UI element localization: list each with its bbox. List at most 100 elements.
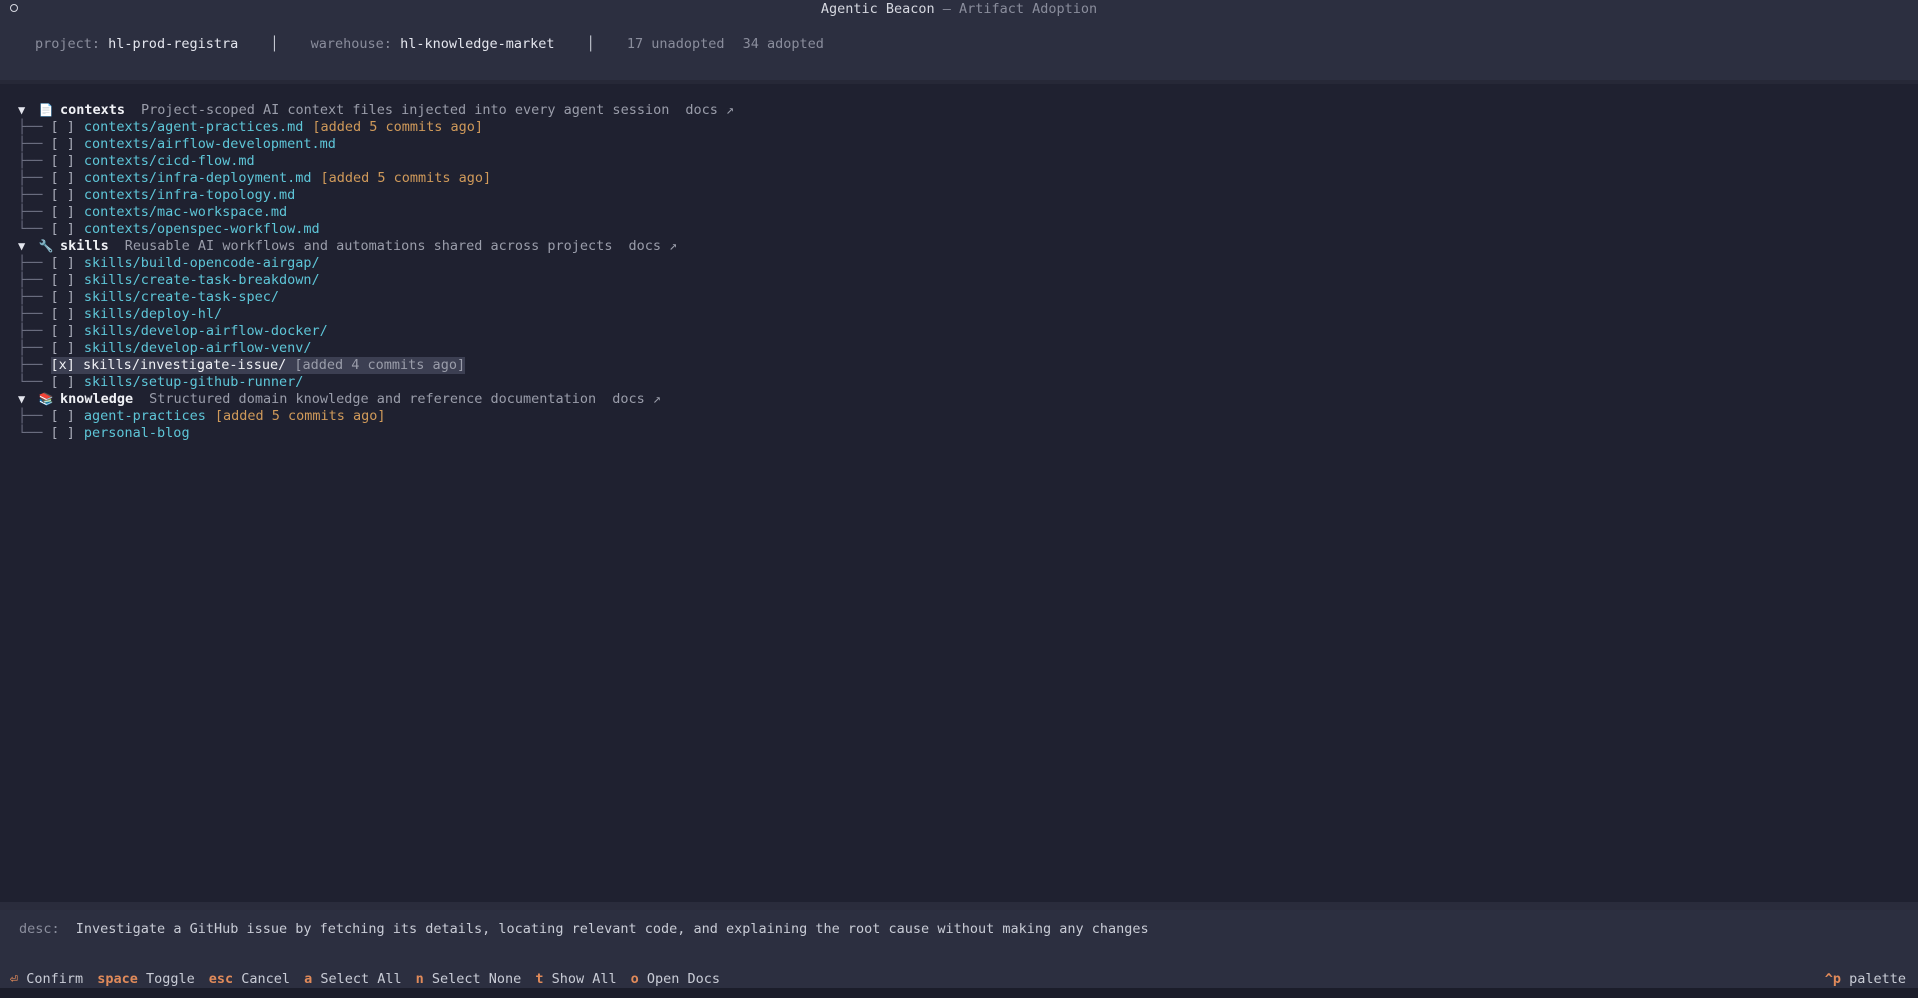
- artifact-item[interactable]: ├── [ ] contexts/mac-workspace.md: [18, 204, 734, 221]
- artifact-item[interactable]: ├── [ ] skills/deploy-hl/: [18, 306, 734, 323]
- artifact-item[interactable]: ├── [ ] contexts/cicd-flow.md: [18, 153, 734, 170]
- tree-branch-glyph: ├──: [18, 306, 51, 322]
- checkbox[interactable]: [ ]: [51, 306, 75, 323]
- document-icon: 📄: [38, 103, 54, 117]
- key-action-label: Confirm: [26, 971, 84, 987]
- artifact-path: skills/create-task-spec/: [83, 289, 279, 305]
- artifact-item[interactable]: ├── [ ] contexts/airflow-development.md: [18, 136, 734, 153]
- artifact-path: skills/deploy-hl/: [83, 306, 223, 322]
- collapse-caret-icon[interactable]: ▼: [18, 102, 32, 119]
- checkbox[interactable]: [ ]: [51, 204, 75, 221]
- palette-hint[interactable]: ^p palette: [1825, 970, 1906, 988]
- window-title: Agentic Beacon: [820, 1, 935, 17]
- category-row-knowledge[interactable]: ▼ 📚 knowledge Structured domain knowledge a…: [18, 391, 734, 408]
- checkbox[interactable]: [ ]: [51, 170, 75, 187]
- docs-link[interactable]: docs ↗: [612, 391, 661, 408]
- artifact-path: contexts/airflow-development.md: [83, 136, 336, 152]
- artifact-item[interactable]: ├── [ ] skills/create-task-spec/: [18, 289, 734, 306]
- window-circle-icon[interactable]: [10, 4, 18, 12]
- checkbox[interactable]: [ ]: [51, 289, 75, 306]
- artifact-item[interactable]: ├── [ ] skills/develop-airflow-venv/: [18, 340, 734, 357]
- tree-branch-glyph: ├──: [18, 204, 51, 220]
- keybinding-select-all[interactable]: a Select All: [304, 971, 416, 987]
- wrench-icon: 🔧: [38, 239, 54, 253]
- checkbox[interactable]: [ ]: [51, 374, 75, 391]
- panel-divider: [0, 902, 1918, 910]
- artifact-item[interactable]: ├── [ ] contexts/agent-practices.md [added…: [18, 119, 734, 136]
- artifact-item[interactable]: ├── [ ] agent-practices [added 5 commits a…: [18, 408, 734, 425]
- adopted-count: 34 adopted: [742, 36, 824, 52]
- warehouse-label: warehouse:: [310, 36, 392, 52]
- tree-branch-glyph: ├──: [18, 136, 51, 152]
- context-header: project: hl-prod-registra │ warehouse: h…: [0, 18, 1918, 81]
- tree-branch-glyph: ├──: [18, 170, 51, 186]
- artifact-path: contexts/openspec-workflow.md: [83, 221, 320, 237]
- added-badge: [added 5 commits ago]: [312, 119, 484, 135]
- header-divider: [0, 80, 1918, 84]
- docs-link[interactable]: docs ↗: [685, 102, 734, 119]
- key-action-label: Cancel: [241, 971, 291, 987]
- artifact-item[interactable]: └── [ ] skills/setup-github-runner/: [18, 374, 734, 391]
- artifact-path: contexts/infra-topology.md: [83, 187, 296, 203]
- window-title-separator: —: [934, 1, 959, 17]
- category-description: Project-scoped AI context files injected…: [141, 102, 670, 118]
- key-hint: n: [415, 971, 424, 987]
- collapse-caret-icon[interactable]: ▼: [18, 391, 32, 408]
- docs-link[interactable]: docs ↗: [628, 238, 677, 255]
- artifact-item[interactable]: └── [ ] personal-blog: [18, 425, 734, 442]
- checkbox[interactable]: [ ]: [51, 221, 75, 238]
- keybinding-cancel[interactable]: esc Cancel: [209, 971, 304, 987]
- artifact-item[interactable]: ├── [ ] skills/create-task-breakdown/: [18, 272, 734, 289]
- checkbox[interactable]: [ ]: [51, 119, 75, 136]
- tree-branch-glyph: ├──: [18, 153, 51, 169]
- artifact-item[interactable]: ├── [ ] skills/build-opencode-airgap/: [18, 255, 734, 272]
- checkbox-checked[interactable]: [x]: [51, 357, 75, 373]
- keybinding-select-none[interactable]: n Select None: [416, 971, 536, 987]
- artifact-item[interactable]: ├── [ ] contexts/infra-topology.md: [18, 187, 734, 204]
- category-description: Structured domain knowledge and referenc…: [149, 391, 597, 407]
- selected-item-highlight[interactable]: [x] skills/investigate-issue/ [added 4 c…: [50, 357, 466, 374]
- keybinding-footer: ⏎ Confirm space Toggle esc Cancel a Select …: [0, 970, 1918, 988]
- artifact-item[interactable]: └── [ ] contexts/openspec-workflow.md: [18, 221, 734, 238]
- keybinding-toggle[interactable]: space Toggle: [97, 971, 209, 987]
- checkbox[interactable]: [ ]: [51, 272, 75, 289]
- checkbox[interactable]: [ ]: [51, 340, 75, 357]
- category-row-contexts[interactable]: ▼ 📄 contexts Project-scoped AI context file…: [18, 102, 734, 119]
- unadopted-count: 17 unadopted: [626, 36, 725, 52]
- project-label: project:: [35, 36, 101, 52]
- checkbox[interactable]: [ ]: [51, 425, 75, 442]
- tree-branch-glyph: └──: [18, 425, 51, 441]
- category-name: contexts: [60, 102, 126, 118]
- checkbox[interactable]: [ ]: [51, 187, 75, 204]
- checkbox[interactable]: [ ]: [51, 255, 75, 272]
- key-hint: ⏎: [10, 971, 19, 987]
- checkbox[interactable]: [ ]: [51, 153, 75, 170]
- key-hint: space: [97, 971, 138, 987]
- keybinding-confirm[interactable]: ⏎ Confirm: [10, 971, 97, 987]
- collapse-caret-icon[interactable]: ▼: [18, 238, 32, 255]
- tree-branch-glyph: ├──: [18, 187, 51, 203]
- palette-label: palette: [1849, 971, 1906, 987]
- tree-branch-glyph: ├──: [18, 272, 51, 288]
- category-description: Reusable AI workflows and automations sh…: [124, 238, 613, 254]
- keybinding-list: ⏎ Confirm space Toggle esc Cancel a Select …: [10, 970, 734, 988]
- checkbox[interactable]: [ ]: [51, 408, 75, 425]
- artifact-path: skills/investigate-issue/: [83, 357, 287, 373]
- artifact-item[interactable]: ├── [x] skills/investigate-issue/ [added…: [18, 357, 734, 374]
- category-name: knowledge: [60, 391, 134, 407]
- header-separator: │: [586, 36, 595, 52]
- checkbox[interactable]: [ ]: [51, 323, 75, 340]
- artifact-item[interactable]: ├── [ ] skills/develop-airflow-docker/: [18, 323, 734, 340]
- artifact-item[interactable]: ├── [ ] contexts/infra-deployment.md [adde…: [18, 170, 734, 187]
- artifact-path: contexts/infra-deployment.md: [83, 170, 312, 186]
- checkbox[interactable]: [ ]: [51, 136, 75, 153]
- keybinding-open-docs[interactable]: o Open Docs: [631, 971, 734, 987]
- artifact-path: contexts/agent-practices.md: [83, 119, 304, 135]
- artifact-path: contexts/mac-workspace.md: [83, 204, 288, 220]
- category-row-skills[interactable]: ▼ 🔧 skills Reusable AI workflows and automa…: [18, 238, 734, 255]
- tree-branch-glyph: └──: [18, 374, 51, 390]
- artifact-path: skills/develop-airflow-venv/: [83, 340, 312, 356]
- bottom-edge: [0, 988, 1918, 998]
- artifact-path: skills/develop-airflow-docker/: [83, 323, 328, 339]
- keybinding-show-all[interactable]: t Show All: [535, 971, 630, 987]
